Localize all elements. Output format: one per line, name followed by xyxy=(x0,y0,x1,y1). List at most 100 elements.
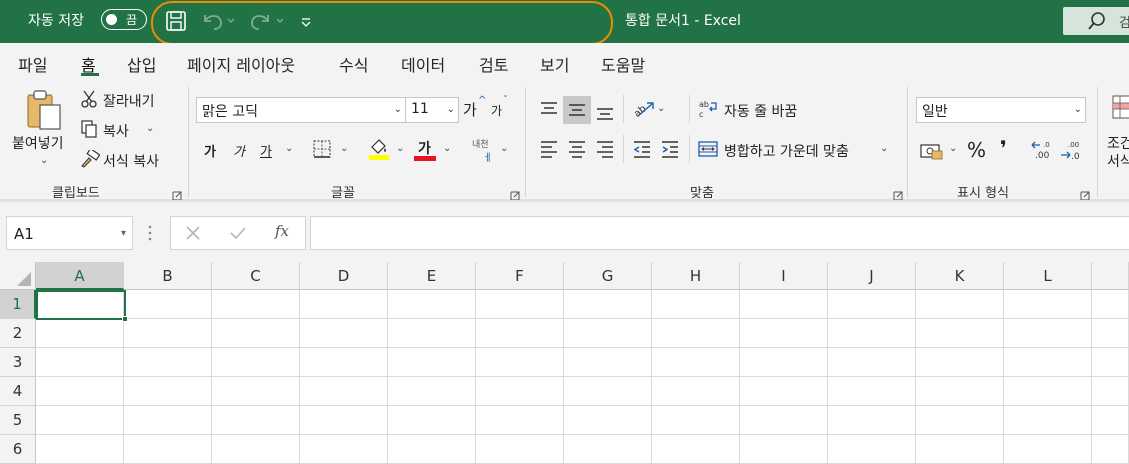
cell-overflow[interactable] xyxy=(1092,377,1129,406)
formula-input[interactable] xyxy=(310,216,1129,250)
increase-indent-icon[interactable] xyxy=(660,139,680,163)
cell-h4[interactable] xyxy=(652,377,740,406)
row-header-6[interactable]: 6 xyxy=(0,435,36,464)
cell-g1[interactable] xyxy=(564,290,652,319)
cell-k5[interactable] xyxy=(916,406,1004,435)
tab-view[interactable]: 보기 xyxy=(540,52,569,76)
bottom-align-icon[interactable] xyxy=(595,103,615,127)
cell-e1[interactable] xyxy=(388,290,476,319)
format-painter-icon[interactable] xyxy=(80,147,101,172)
formula-bar-grip-icon[interactable] xyxy=(147,224,153,246)
cell-j3[interactable] xyxy=(828,348,916,377)
italic-button[interactable]: 가 xyxy=(233,141,245,160)
decrease-indent-icon[interactable] xyxy=(632,139,652,163)
column-header-f[interactable]: F xyxy=(476,262,564,290)
autosave-toggle[interactable]: 끔 xyxy=(101,9,147,30)
cell-a3[interactable] xyxy=(36,348,124,377)
cell-k2[interactable] xyxy=(916,319,1004,348)
tab-page-layout[interactable]: 페이지 레이아웃 xyxy=(187,52,295,76)
cell-a4[interactable] xyxy=(36,377,124,406)
tab-review[interactable]: 검토 xyxy=(479,52,508,76)
tab-file[interactable]: 파일 xyxy=(18,52,47,76)
top-align-icon[interactable] xyxy=(539,100,559,124)
copy-dropdown-icon[interactable]: ⌄ xyxy=(146,123,154,134)
merge-center-label[interactable]: 병합하고 가운데 맞춤 xyxy=(724,141,849,161)
name-box[interactable]: A1 ▾ xyxy=(6,216,133,250)
cell-d2[interactable] xyxy=(300,319,388,348)
cell-h2[interactable] xyxy=(652,319,740,348)
number-format-select[interactable]: 일반 ⌄ xyxy=(916,97,1086,123)
cell-g3[interactable] xyxy=(564,348,652,377)
cell-b4[interactable] xyxy=(124,377,212,406)
cell-k4[interactable] xyxy=(916,377,1004,406)
accounting-format-icon[interactable] xyxy=(920,141,944,165)
fill-color-dropdown-icon[interactable]: ⌄ xyxy=(396,143,404,154)
row-header-1[interactable]: 1 xyxy=(0,290,36,319)
cell-e4[interactable] xyxy=(388,377,476,406)
cell-b5[interactable] xyxy=(124,406,212,435)
align-left-icon[interactable] xyxy=(539,139,559,163)
cell-f3[interactable] xyxy=(476,348,564,377)
cell-f2[interactable] xyxy=(476,319,564,348)
search-box[interactable]: 검 xyxy=(1063,7,1129,35)
active-cell-outline[interactable] xyxy=(36,290,126,320)
cell-g6[interactable] xyxy=(564,435,652,464)
font-color-button[interactable]: 가 xyxy=(418,138,431,158)
orientation-icon[interactable]: ab xyxy=(632,98,656,124)
cell-k1[interactable] xyxy=(916,290,1004,319)
cell-g4[interactable] xyxy=(564,377,652,406)
font-color-dropdown-icon[interactable]: ⌄ xyxy=(443,143,451,154)
cell-i3[interactable] xyxy=(740,348,828,377)
cell-k6[interactable] xyxy=(916,435,1004,464)
cell-b1[interactable] xyxy=(124,290,212,319)
cell-b6[interactable] xyxy=(124,435,212,464)
cell-i5[interactable] xyxy=(740,406,828,435)
cell-j5[interactable] xyxy=(828,406,916,435)
borders-icon[interactable] xyxy=(312,139,332,163)
orientation-dropdown-icon[interactable]: ⌄ xyxy=(657,103,665,114)
cell-e3[interactable] xyxy=(388,348,476,377)
cell-f5[interactable] xyxy=(476,406,564,435)
cell-overflow[interactable] xyxy=(1092,319,1129,348)
cell-j4[interactable] xyxy=(828,377,916,406)
underline-button[interactable]: 가 xyxy=(260,141,272,160)
row-header-2[interactable]: 2 xyxy=(0,319,36,348)
copy-label[interactable]: 복사 xyxy=(103,121,129,141)
cell-overflow[interactable] xyxy=(1092,435,1129,464)
cell-f1[interactable] xyxy=(476,290,564,319)
cell-e5[interactable] xyxy=(388,406,476,435)
cell-d5[interactable] xyxy=(300,406,388,435)
font-size-select[interactable]: 11 ⌄ xyxy=(405,97,459,123)
cell-b2[interactable] xyxy=(124,319,212,348)
cell-l5[interactable] xyxy=(1004,406,1092,435)
cell-overflow[interactable] xyxy=(1092,406,1129,435)
decrease-decimal-icon[interactable]: .00.0 xyxy=(1060,138,1084,166)
cell-f4[interactable] xyxy=(476,377,564,406)
middle-align-icon[interactable] xyxy=(567,100,587,124)
paste-icon[interactable] xyxy=(24,89,64,137)
percent-style-button[interactable]: % xyxy=(967,138,986,162)
copy-icon[interactable] xyxy=(80,120,98,142)
cell-l6[interactable] xyxy=(1004,435,1092,464)
align-center-icon[interactable] xyxy=(567,139,587,163)
cell-d1[interactable] xyxy=(300,290,388,319)
chevron-down-icon[interactable]: ▾ xyxy=(121,228,126,239)
cell-c2[interactable] xyxy=(212,319,300,348)
cell-f6[interactable] xyxy=(476,435,564,464)
select-all-corner[interactable] xyxy=(0,262,36,290)
column-header-l[interactable]: L xyxy=(1004,262,1092,290)
cell-j6[interactable] xyxy=(828,435,916,464)
paste-dropdown-icon[interactable]: ⌄ xyxy=(40,155,48,166)
cell-l2[interactable] xyxy=(1004,319,1092,348)
tab-insert[interactable]: 삽입 xyxy=(127,52,156,76)
increase-decimal-icon[interactable]: .00.0 xyxy=(1030,138,1054,166)
column-header-k[interactable]: K xyxy=(916,262,1004,290)
cell-c3[interactable] xyxy=(212,348,300,377)
column-header-c[interactable]: C xyxy=(212,262,300,290)
format-painter-label[interactable]: 서식 복사 xyxy=(103,151,159,171)
cell-l1[interactable] xyxy=(1004,290,1092,319)
cell-e2[interactable] xyxy=(388,319,476,348)
cell-b3[interactable] xyxy=(124,348,212,377)
conditional-formatting-label[interactable]: 조건 xyxy=(1107,133,1129,153)
column-header-i[interactable]: I xyxy=(740,262,828,290)
